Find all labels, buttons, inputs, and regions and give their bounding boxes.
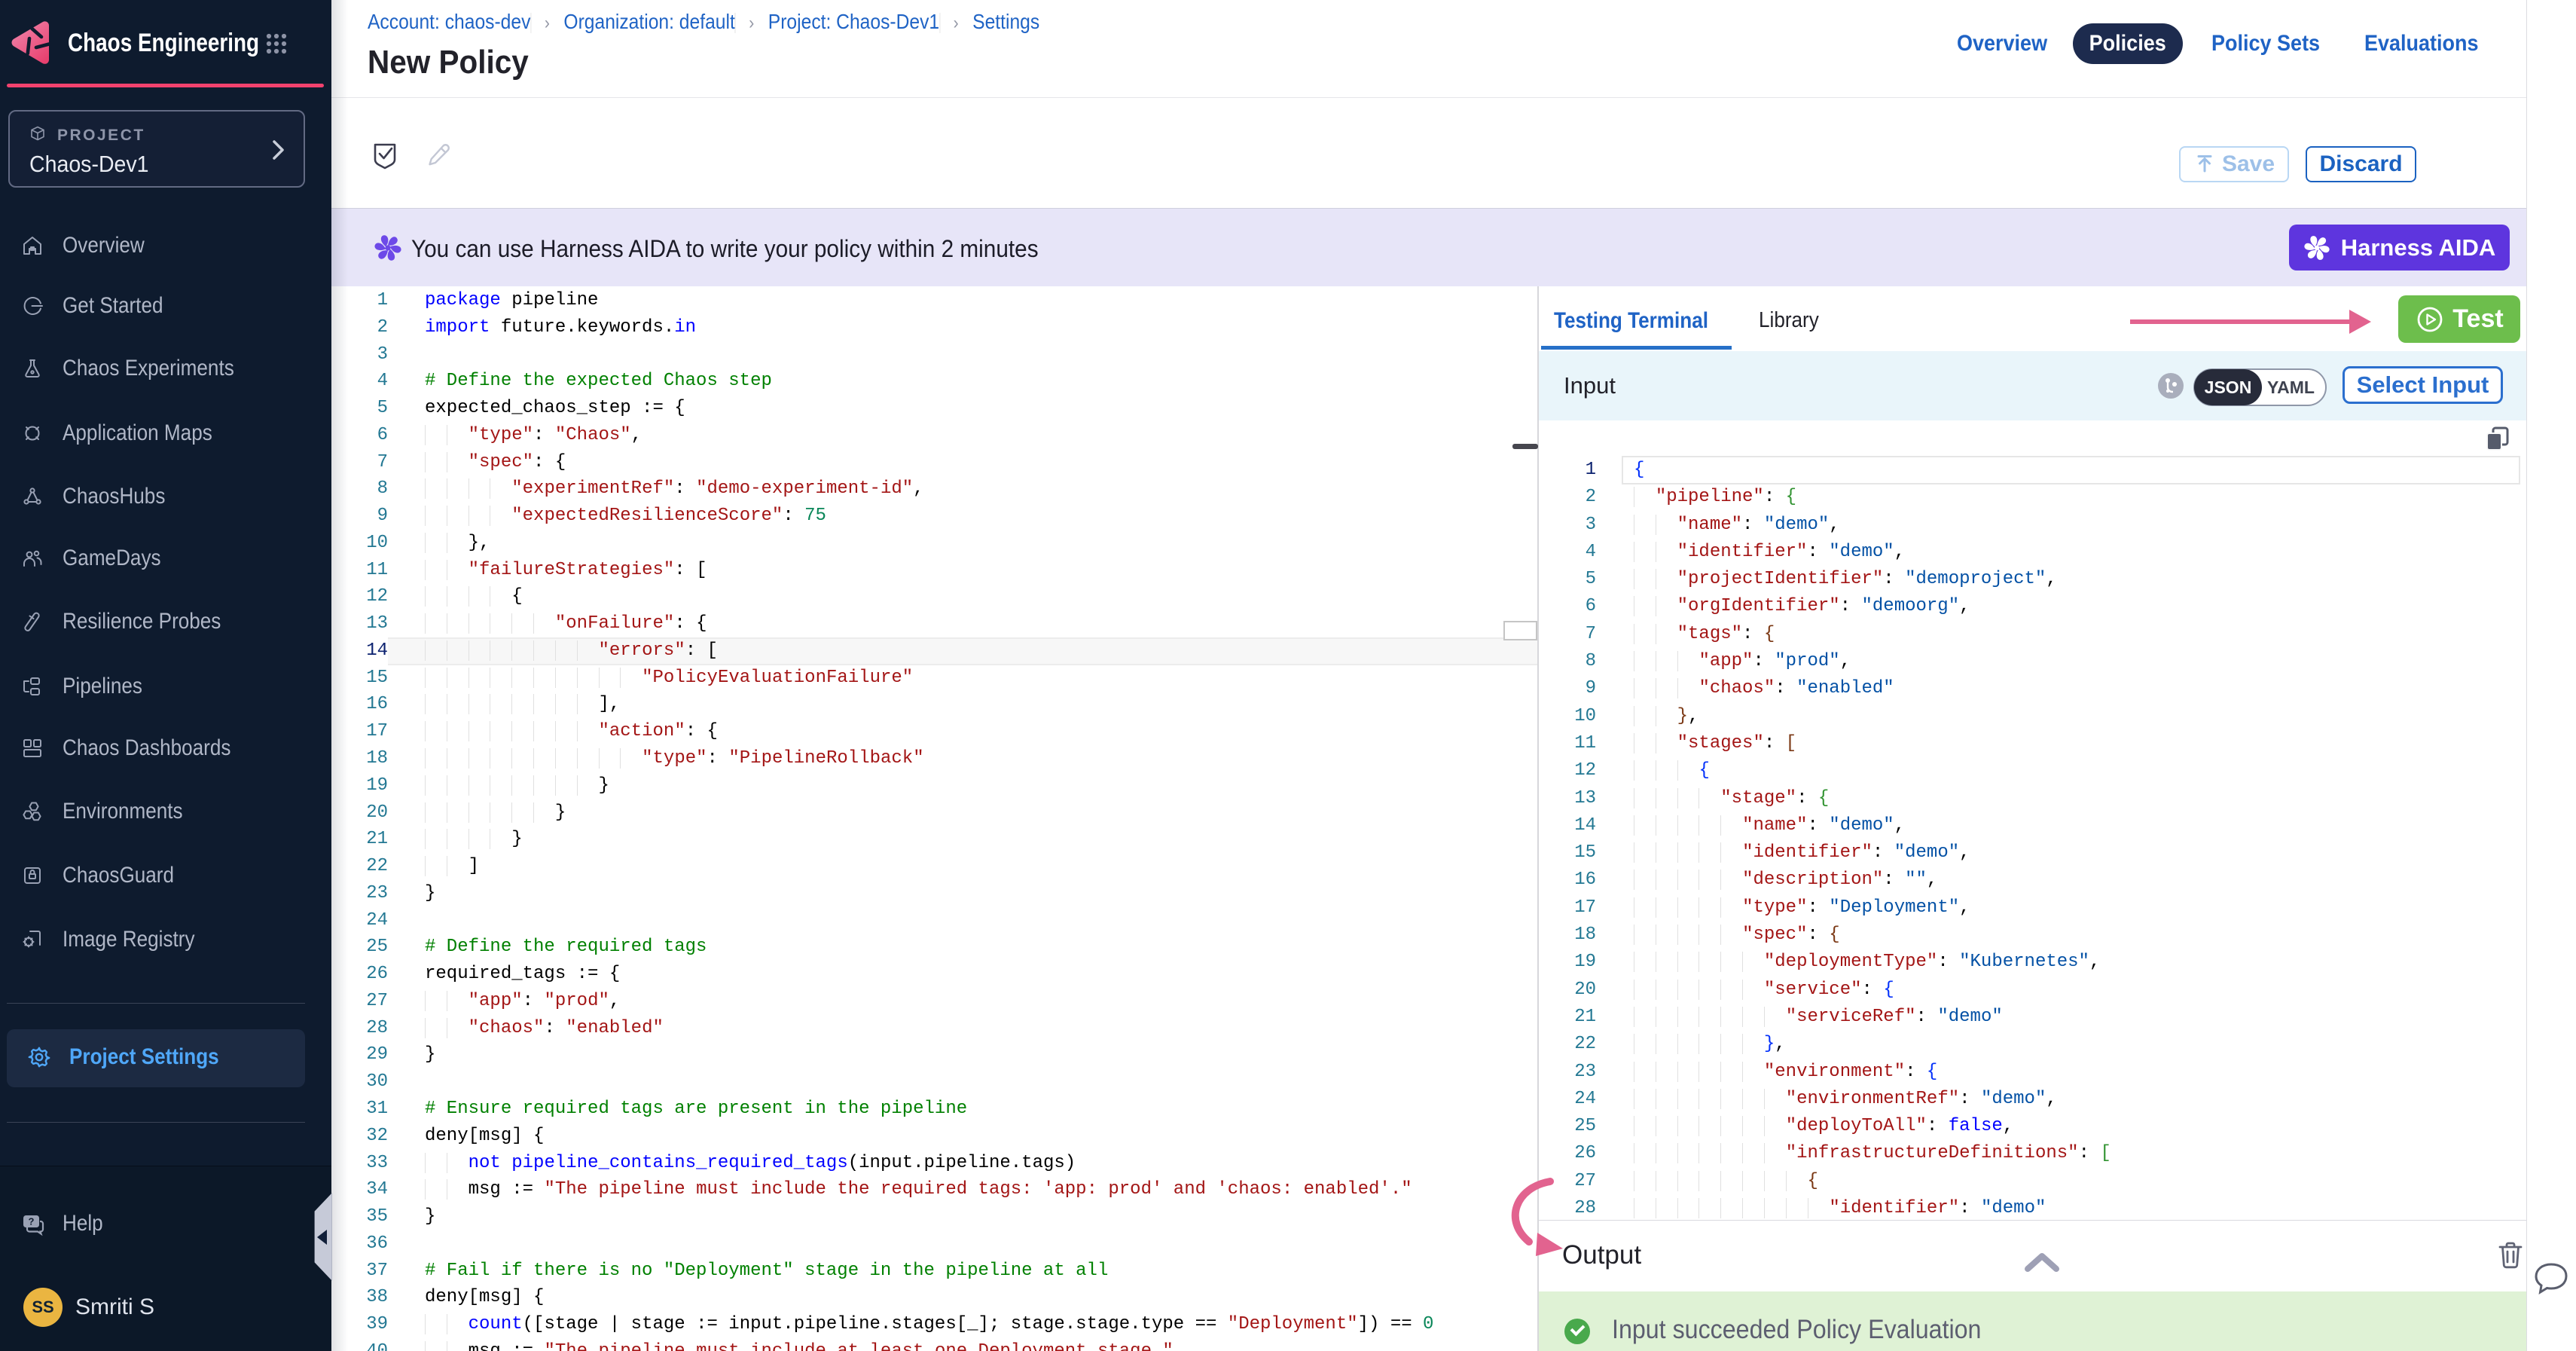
svg-text:?: ? <box>29 1216 35 1227</box>
